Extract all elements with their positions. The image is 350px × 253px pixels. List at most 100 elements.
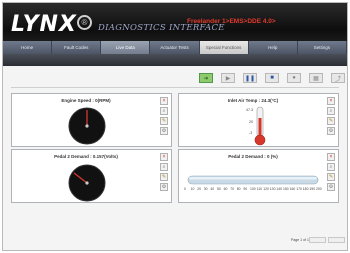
pencil-icon: ✎ <box>328 174 334 180</box>
bar-gauge-ticks: 0 10 20 30 40 50 60 70 80 90 100 110 120 130 140 150 160… <box>184 187 322 193</box>
panel-actions: × ⌕ ✎ ⚙ <box>327 97 335 135</box>
gear-icon: ⚙ <box>328 128 334 134</box>
settings-button[interactable]: ⚙ <box>327 183 335 191</box>
lynx-logo: LYNX <box>11 12 77 37</box>
bar-tick-label: 80 <box>236 187 241 191</box>
close-icon: × <box>329 154 333 160</box>
export-button[interactable]: ⤴ <box>331 73 345 83</box>
tab-actuator-tests[interactable]: Actuator Tests <box>150 41 200 54</box>
stop-icon: ■ <box>270 75 274 81</box>
bar-tick-label: 60 <box>223 187 228 191</box>
app-window: LYNX ® DIAGNOSTICS INTERFACE Freelander … <box>2 2 348 251</box>
bar-tick-label: 90 <box>243 187 248 191</box>
panel-actions: × ⌕ ✎ ⚙ <box>327 153 335 191</box>
engine-speed-gauge <box>68 107 106 145</box>
edit-button[interactable]: ✎ <box>327 173 335 181</box>
settings-button[interactable]: ⚙ <box>327 127 335 135</box>
pedal-demand-percent-panel: Pedal 2 Demand : 0 (%) 0 10 20 30 40 50 60 70 80… <box>178 149 339 203</box>
close-icon: × <box>329 98 333 104</box>
pedal-demand-volts-panel: Pedal 2 Demand : 0.157(Volts) × ⌕ ✎ ⚙ <box>11 149 172 203</box>
header: LYNX ® DIAGNOSTICS INTERFACE Freelander … <box>3 3 347 41</box>
bar-tick-label: 110 <box>256 187 262 191</box>
pagination-label: Page 1 of 1 <box>291 238 309 242</box>
zoom-button[interactable]: ⌕ <box>160 107 168 115</box>
toolbar: ➜ ▶ ❚❚ ■ ● ▦ ⤴ <box>199 73 345 83</box>
bar-tick-label: 20 <box>197 187 201 191</box>
close-gauge-button[interactable]: × <box>327 97 335 105</box>
thermometer-gauge <box>254 106 266 146</box>
bar-tick-label: 100 <box>250 187 256 191</box>
tab-settings[interactable]: Settings <box>298 41 347 54</box>
tab-fault-codes[interactable]: Fault Codes <box>52 41 102 54</box>
thermo-scale-low: -3 <box>249 131 253 135</box>
tab-help[interactable]: Help <box>249 41 298 54</box>
bar-tick-label: 180 <box>302 187 309 191</box>
zoom-button[interactable]: ⌕ <box>160 163 168 171</box>
thermo-scale-top: 47.3 <box>246 108 253 112</box>
bar-tick-label: 30 <box>203 187 208 191</box>
vehicle-breadcrumb: Freelander 1>EMS>DDE 4.0> <box>187 18 276 25</box>
registered-badge: ® <box>77 15 92 30</box>
panel-actions: × ⌕ ✎ ⚙ <box>160 97 168 135</box>
record-icon: ● <box>292 75 296 81</box>
magnifier-icon: ⌕ <box>162 164 166 170</box>
main-nav: Home Fault Codes Live Data Actuator Test… <box>3 41 347 54</box>
magnifier-icon: ⌕ <box>329 108 333 114</box>
bar-tick-label: 150 <box>283 187 289 191</box>
gear-icon: ⚙ <box>161 128 167 134</box>
close-icon: × <box>162 98 166 104</box>
grid-icon: ▦ <box>313 75 319 82</box>
gear-icon: ⚙ <box>328 184 334 190</box>
stop-button[interactable]: ■ <box>265 73 279 83</box>
bar-tick-label: 120 <box>263 187 269 191</box>
horizontal-bar-gauge <box>187 175 319 185</box>
close-gauge-button[interactable]: × <box>327 153 335 161</box>
layout-button[interactable]: ▦ <box>309 73 323 83</box>
edit-button[interactable]: ✎ <box>160 117 168 125</box>
magnifier-icon: ⌕ <box>329 164 333 170</box>
play-icon: ▶ <box>225 75 231 82</box>
panel-actions: × ⌕ ✎ ⚙ <box>160 153 168 191</box>
pedal-volts-gauge <box>68 164 106 202</box>
bar-tick-label: 70 <box>230 187 234 191</box>
edit-button[interactable]: ✎ <box>327 117 335 125</box>
close-icon: × <box>162 154 166 160</box>
bar-tick-label: 130 <box>269 187 276 191</box>
zoom-button[interactable]: ⌕ <box>327 163 335 171</box>
arrow-right-icon: ➜ <box>203 75 209 82</box>
pencil-icon: ✎ <box>328 118 334 124</box>
start-button[interactable]: ➜ <box>199 73 213 83</box>
next-page-button[interactable] <box>328 237 345 243</box>
tab-home[interactable]: Home <box>3 41 53 54</box>
bar-tick-label: 10 <box>190 187 195 191</box>
pencil-icon: ✎ <box>161 174 167 180</box>
settings-button[interactable]: ⚙ <box>160 183 168 191</box>
bar-tick-label: 190 <box>309 187 316 191</box>
tab-live-data[interactable]: Live Data <box>101 41 151 54</box>
pause-button[interactable]: ❚❚ <box>243 73 257 83</box>
tab-special-functions[interactable]: Special Functions <box>199 41 249 54</box>
close-gauge-button[interactable]: × <box>160 153 168 161</box>
bar-tick-label: 200 <box>316 187 322 191</box>
pause-icon: ❚❚ <box>244 75 256 82</box>
bar-tick-label: 40 <box>210 187 215 191</box>
bar-tick-label: 170 <box>296 187 302 191</box>
gear-icon: ⚙ <box>161 184 167 190</box>
toolbar-divider <box>11 87 339 88</box>
bar-tick-label: 50 <box>217 187 221 191</box>
settings-button[interactable]: ⚙ <box>160 127 168 135</box>
play-button[interactable]: ▶ <box>221 73 235 83</box>
zoom-button[interactable]: ⌕ <box>327 107 335 115</box>
prev-page-button[interactable] <box>309 237 326 243</box>
pencil-icon: ✎ <box>161 118 167 124</box>
engine-speed-panel: Engine Speed : 0(RPM) × ⌕ ✎ ⚙ <box>11 93 172 147</box>
bar-tick-label: 0 <box>184 187 186 191</box>
export-icon: ⤴ <box>334 76 341 83</box>
bar-tick-label: 160 <box>289 187 296 191</box>
close-gauge-button[interactable]: × <box>160 97 168 105</box>
inlet-air-temp-panel: Inlet Air Temp : 24.3(°C) 47.3 20 -3 × ⌕… <box>178 93 339 147</box>
sub-bar <box>3 54 347 66</box>
edit-button[interactable]: ✎ <box>160 173 168 181</box>
record-button[interactable]: ● <box>287 73 301 83</box>
bar-tick-label: 140 <box>276 187 283 191</box>
